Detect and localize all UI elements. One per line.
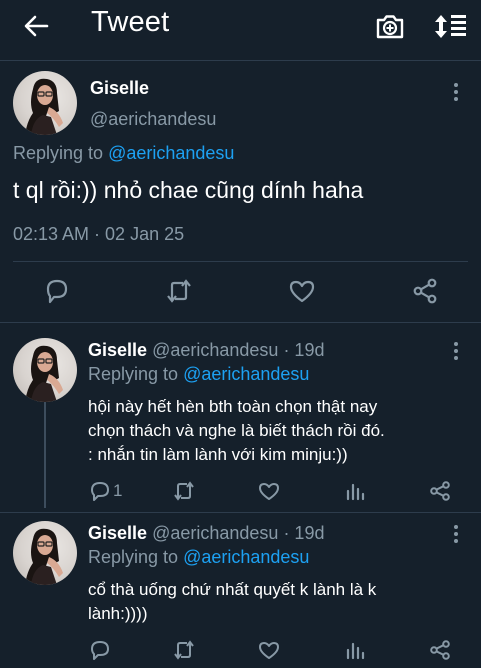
avatar[interactable] <box>13 71 77 135</box>
camera-icon[interactable] <box>375 11 405 41</box>
replying-to-handle[interactable]: @aerichandesu <box>108 143 234 163</box>
reply-time: · 19d <box>283 340 325 360</box>
share-icon[interactable] <box>428 638 452 662</box>
retweet-icon[interactable] <box>172 638 196 662</box>
reply-count: 1 <box>113 481 123 500</box>
author-name[interactable]: Giselle <box>88 340 147 360</box>
analytics-icon[interactable] <box>343 479 367 503</box>
replying-to-label: Replying to <box>88 364 179 384</box>
analytics-icon[interactable] <box>343 638 367 662</box>
page-title: Tweet <box>91 6 170 38</box>
author-handle[interactable]: @aerichandesu <box>152 523 278 543</box>
thread-connector <box>44 402 46 508</box>
reply-text-line: chọn thách và nghe là biết thách rồi đó. <box>88 421 385 440</box>
avatar[interactable] <box>13 338 77 402</box>
replying-to-line: Replying to @aerichandesu <box>13 143 234 164</box>
replying-to-line: Replying to @aerichandesu <box>88 364 309 385</box>
share-icon[interactable] <box>410 276 440 306</box>
reply-header: Giselle @aerichandesu · 19d <box>88 523 324 544</box>
like-icon[interactable] <box>257 479 281 503</box>
top-bar <box>0 0 481 54</box>
like-icon[interactable] <box>287 276 317 306</box>
more-options-icon[interactable] <box>446 524 466 544</box>
reply-header: Giselle @aerichandesu · 19d <box>88 340 324 361</box>
divider <box>13 261 468 262</box>
divider <box>0 512 481 513</box>
like-icon[interactable] <box>257 638 281 662</box>
retweet-icon[interactable] <box>164 276 194 306</box>
reply-icon[interactable] <box>42 276 72 306</box>
reply-text-line: : nhắn tin làm lành với kim minju:)) <box>88 445 348 464</box>
replying-to-handle[interactable]: @aerichandesu <box>183 364 309 384</box>
retweet-icon[interactable] <box>172 479 196 503</box>
reply-time: · 19d <box>283 523 325 543</box>
reply-text-line: lành:)))) <box>88 604 148 623</box>
reply-text: cổ thà uống chứ nhất quyết k lành là k l… <box>88 578 376 626</box>
more-options-icon[interactable] <box>446 82 466 102</box>
author-name[interactable]: Giselle <box>88 523 147 543</box>
replying-to-label: Replying to <box>13 143 104 163</box>
replying-to-line: Replying to @aerichandesu <box>88 547 309 568</box>
reply-icon[interactable] <box>88 479 112 503</box>
replying-to-label: Replying to <box>88 547 179 567</box>
author-handle[interactable]: @aerichandesu <box>90 109 216 130</box>
reply-text-line: cổ thà uống chứ nhất quyết k lành là k <box>88 580 377 599</box>
replying-to-handle[interactable]: @aerichandesu <box>183 547 309 567</box>
avatar[interactable] <box>13 521 77 585</box>
reply-icon[interactable] <box>88 638 112 662</box>
more-options-icon[interactable] <box>446 341 466 361</box>
tweet-text: t ql rồi:)) nhỏ chae cũng dính haha <box>13 177 364 203</box>
header-divider <box>0 60 481 61</box>
author-name[interactable]: Giselle <box>90 78 149 99</box>
divider <box>0 322 481 323</box>
share-icon[interactable] <box>428 479 452 503</box>
back-arrow-icon[interactable] <box>22 12 50 40</box>
reply-text-line: hội này hết hèn bth toàn chọn thật nay <box>88 397 378 416</box>
author-handle[interactable]: @aerichandesu <box>152 340 278 360</box>
sort-icon[interactable] <box>433 11 469 41</box>
tweet-timestamp: 02:13 AM · 02 Jan 25 <box>13 224 185 244</box>
reply-text: hội này hết hèn bth toàn chọn thật nay c… <box>88 395 385 467</box>
